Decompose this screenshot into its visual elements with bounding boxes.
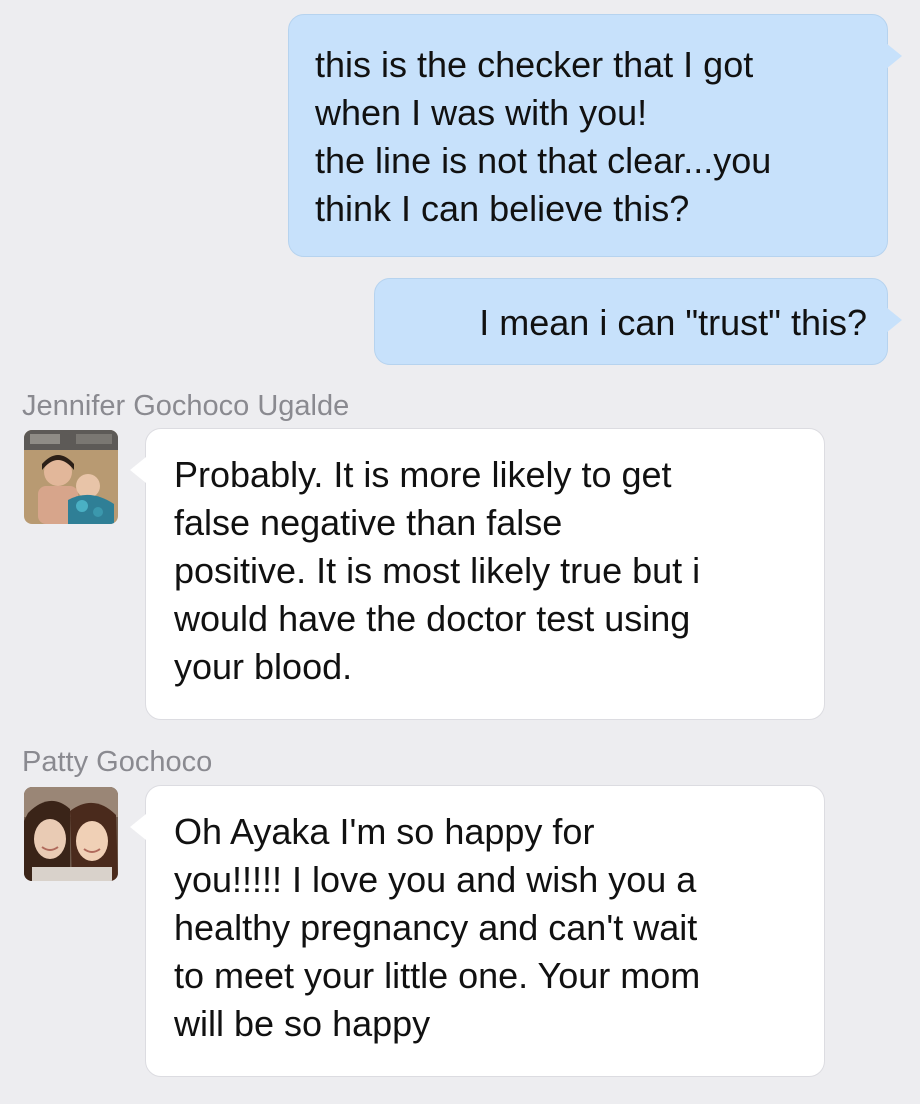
sender-name: Jennifer Gochoco Ugalde [22, 390, 350, 422]
message-text-line: you!!!!! I love you and wish you a [174, 859, 697, 900]
message-text-line: your blood. [174, 646, 353, 687]
message-text-line: when I was with you! [315, 92, 648, 133]
message-text-line: this is the checker that I got [315, 44, 754, 85]
message-text-line: think I can believe this? [315, 188, 690, 229]
message-text-line: will be so happy [174, 1003, 431, 1044]
message-text-line: Oh Ayaka I'm so happy for [174, 811, 595, 852]
message-text-line: the line is not that clear...you [315, 140, 772, 181]
user-photo-avatar[interactable] [24, 430, 118, 524]
incoming-message-bubble[interactable]: Probably. It is more likely to get false… [130, 428, 825, 720]
message-text-line: positive. It is most likely true but i [174, 550, 701, 591]
message-text-line: would have the doctor test using [174, 598, 691, 639]
outgoing-message-bubble[interactable]: I mean i can "trust" this? [374, 278, 902, 365]
user-photo-icon [24, 430, 118, 524]
message-text-line: Probably. It is more likely to get [174, 454, 672, 495]
sender-name: Patty Gochoco [22, 746, 213, 778]
message-text-line: healthy pregnancy and can't wait [174, 907, 698, 948]
incoming-message-bubble[interactable]: Oh Ayaka I'm so happy for you!!!!! I lov… [130, 785, 825, 1077]
message-text-line: to meet your little one. Your mom [174, 955, 701, 996]
message-thread: this is the checker that I got when I wa… [0, 0, 920, 1104]
user-photo-avatar[interactable] [24, 787, 118, 881]
message-text-line: I mean i can "trust" this? [479, 302, 867, 343]
user-photo-icon [24, 787, 118, 881]
outgoing-message-bubble[interactable]: this is the checker that I got when I wa… [288, 14, 902, 257]
message-text-line: false negative than false [174, 502, 563, 543]
